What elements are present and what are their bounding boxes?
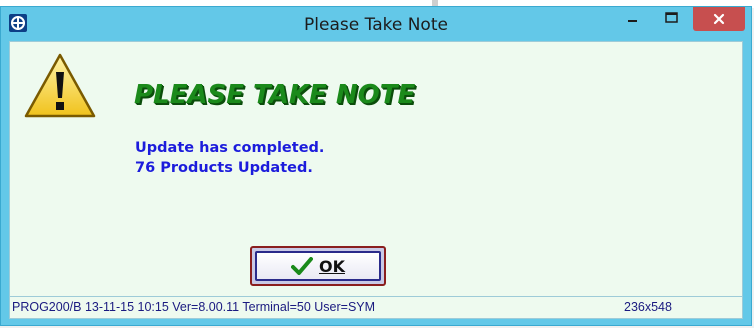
dialog-heading: PLEASE TAKE NOTE [134,80,416,110]
minimize-icon [628,20,637,22]
status-bar: PROG200/B 13-11-15 10:15 Ver=8.00.11 Ter… [10,296,742,318]
maximize-icon [664,12,678,23]
dialog-message: Update has completed. 76 Products Update… [135,138,324,178]
dialog-body: PLEASE TAKE NOTE Update has completed. 7… [9,41,743,319]
dialog-window: Please Take Note PLEASE TAKE NOTE Update… [0,6,752,326]
status-dimensions: 236x548 [624,300,672,314]
ok-button-focus-frame: OK [250,246,386,286]
warning-icon [24,53,96,118]
ok-button[interactable]: OK [255,251,381,281]
message-line: Update has completed. [135,140,325,156]
title-bar[interactable]: Please Take Note [1,7,751,41]
message-line: 76 Products Updated. [135,160,313,176]
close-button[interactable] [693,7,745,31]
checkmark-icon [291,257,313,275]
ok-button-label: OK [319,256,345,276]
close-icon [713,13,725,25]
maximize-button[interactable] [657,7,685,29]
minimize-button[interactable] [619,7,647,29]
status-info: PROG200/B 13-11-15 10:15 Ver=8.00.11 Ter… [12,300,376,314]
